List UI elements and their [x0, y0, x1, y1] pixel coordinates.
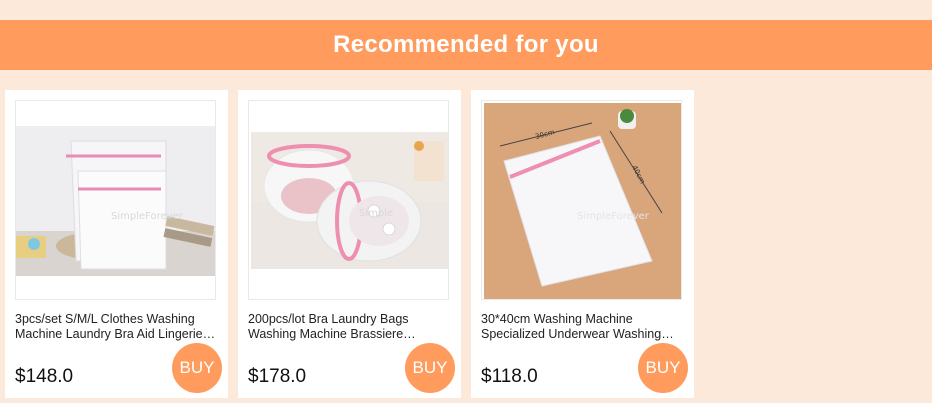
product-title[interactable]: 30*40cm Washing Machine Specialized Unde…	[481, 312, 685, 342]
svg-text:Simple: Simple	[359, 208, 393, 219]
product-title[interactable]: 3pcs/set S/M/L Clothes Washing Machine L…	[15, 312, 219, 342]
svg-text:SimpleForever: SimpleForever	[577, 211, 650, 222]
product-price: $118.0	[481, 366, 538, 387]
recommended-banner: Recommended for you	[0, 20, 932, 70]
banner-title: Recommended for you	[333, 31, 599, 58]
bra-laundry-ball-image: Simple	[249, 101, 448, 299]
svg-text:SimpleForever: SimpleForever	[111, 211, 184, 222]
product-card[interactable]: Simple 200pcs/lot Bra Laundry Bags Washi…	[238, 90, 461, 398]
product-card[interactable]: 30cm 40cm SimpleForever 30*40cm Washing …	[471, 90, 694, 398]
product-image[interactable]: Simple	[248, 100, 449, 300]
laundry-bags-set-image: SimpleForever	[16, 101, 215, 299]
buy-button[interactable]: BUY	[172, 343, 222, 393]
mesh-laundry-bag-image: 30cm 40cm SimpleForever	[482, 101, 681, 299]
product-price: $178.0	[248, 366, 307, 387]
product-image[interactable]: SimpleForever	[15, 100, 216, 300]
product-price: $148.0	[15, 366, 74, 387]
product-image[interactable]: 30cm 40cm SimpleForever	[481, 100, 682, 300]
buy-button[interactable]: BUY	[405, 343, 455, 393]
product-card[interactable]: SimpleForever 3pcs/set S/M/L Clothes Was…	[5, 90, 228, 398]
buy-button[interactable]: BUY	[638, 343, 688, 393]
product-title[interactable]: 200pcs/lot Bra Laundry Bags Washing Mach…	[248, 312, 452, 342]
